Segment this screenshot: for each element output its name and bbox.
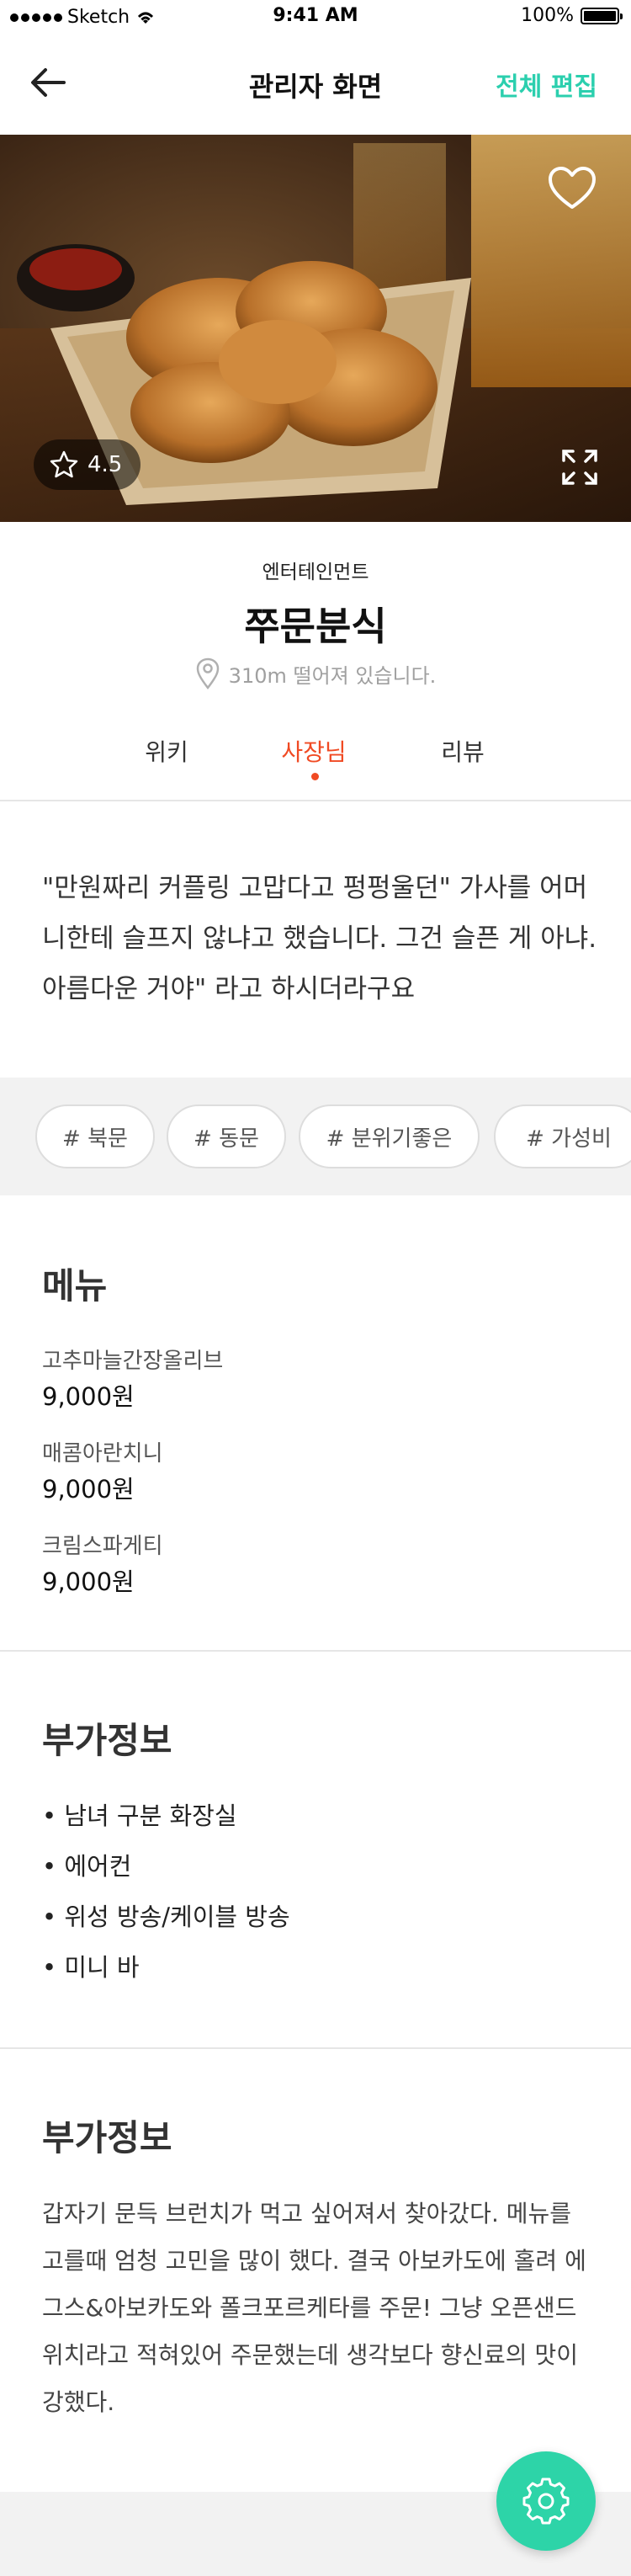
shop-name: 쭈문분식 <box>244 604 387 649</box>
hero-image: 4.5 <box>0 135 631 522</box>
menu-section: 메뉴 고추마늘간장올리브 9,000원 매콤아란치니 9,000원 크림스파게티… <box>0 1195 631 1650</box>
menu-item-price: 9,000원 <box>42 1382 135 1411</box>
menu-item-name: 매콤아란치니 <box>42 1441 163 1466</box>
star-icon <box>50 450 78 478</box>
tab-review[interactable]: 리뷰 <box>400 734 526 768</box>
tag-chip[interactable]: # 동문 <box>167 1104 286 1168</box>
divider <box>0 800 631 801</box>
menu-item-price: 9,000원 <box>42 1475 135 1504</box>
amenity-item: • 위성 방송/케이블 방송 <box>42 1903 290 1931</box>
status-bar: Sketch 9:41 AM 100% <box>0 0 631 34</box>
distance-row: 310m 떨어져 있습니다. <box>0 657 631 690</box>
tab-owner[interactable]: 사장님 <box>251 734 377 768</box>
review-section: 부가정보 갑자기 문득 브런치가 먹고 싶어져서 찾아갔다. 메뉴를 고를때 엄… <box>0 2049 631 2492</box>
menu-item-name: 크림스파게티 <box>42 1534 163 1559</box>
shop-category: 엔터테인먼트 <box>262 562 369 583</box>
tag-chip[interactable]: # 가성비 <box>494 1104 631 1168</box>
amenity-item: • 에어컨 <box>42 1852 132 1881</box>
amenity-item: • 미니 바 <box>42 1953 140 1982</box>
battery-group: 100% <box>521 5 623 26</box>
expand-icon[interactable] <box>560 448 599 487</box>
extra-info-section: 부가정보 • 남녀 구분 화장실 • 에어컨 • 위성 방송/케이블 방송 • … <box>0 1652 631 2047</box>
gear-icon <box>522 2478 570 2525</box>
edit-all-button[interactable]: 전체 편집 <box>496 66 597 103</box>
battery-percent: 100% <box>521 5 574 26</box>
owner-quote: "만원짜리 커플링 고맙다고 펑펑울던" 가사를 어머니한테 슬프지 않냐고 했… <box>42 873 597 1004</box>
review-title: 부가정보 <box>42 2117 172 2158</box>
tag-chip[interactable]: # 분위기좋은 <box>299 1104 480 1168</box>
battery-icon <box>581 7 623 24</box>
nav-bar: 관리자 화면 전체 편집 <box>0 34 631 135</box>
tab-wiki[interactable]: 위키 <box>103 734 230 768</box>
rating-value: 4.5 <box>87 452 123 477</box>
menu-item-price: 9,000원 <box>42 1567 135 1596</box>
menu-title: 메뉴 <box>42 1265 108 1307</box>
active-tab-indicator <box>311 773 319 780</box>
tab-bar: 위키 사장님 리뷰 <box>0 734 631 780</box>
location-pin-icon <box>196 657 219 690</box>
tag-list: # 북문 # 동문 # 분위기좋은 # 가성비 <box>0 1078 631 1195</box>
review-text: 갑자기 문득 브런치가 먹고 싶어져서 찾아갔다. 메뉴를 고를때 엄청 고민을… <box>42 2200 586 2416</box>
distance-text: 310m 떨어져 있습니다. <box>228 663 437 688</box>
settings-fab-button[interactable] <box>496 2451 596 2551</box>
tag-chip[interactable]: # 북문 <box>35 1104 155 1168</box>
heart-icon[interactable] <box>547 165 597 212</box>
rating-badge: 4.5 <box>34 439 141 490</box>
extra-info-title: 부가정보 <box>42 1720 172 1761</box>
menu-item-name: 고추마늘간장올리브 <box>42 1349 224 1374</box>
amenity-item: • 남녀 구분 화장실 <box>42 1802 237 1830</box>
